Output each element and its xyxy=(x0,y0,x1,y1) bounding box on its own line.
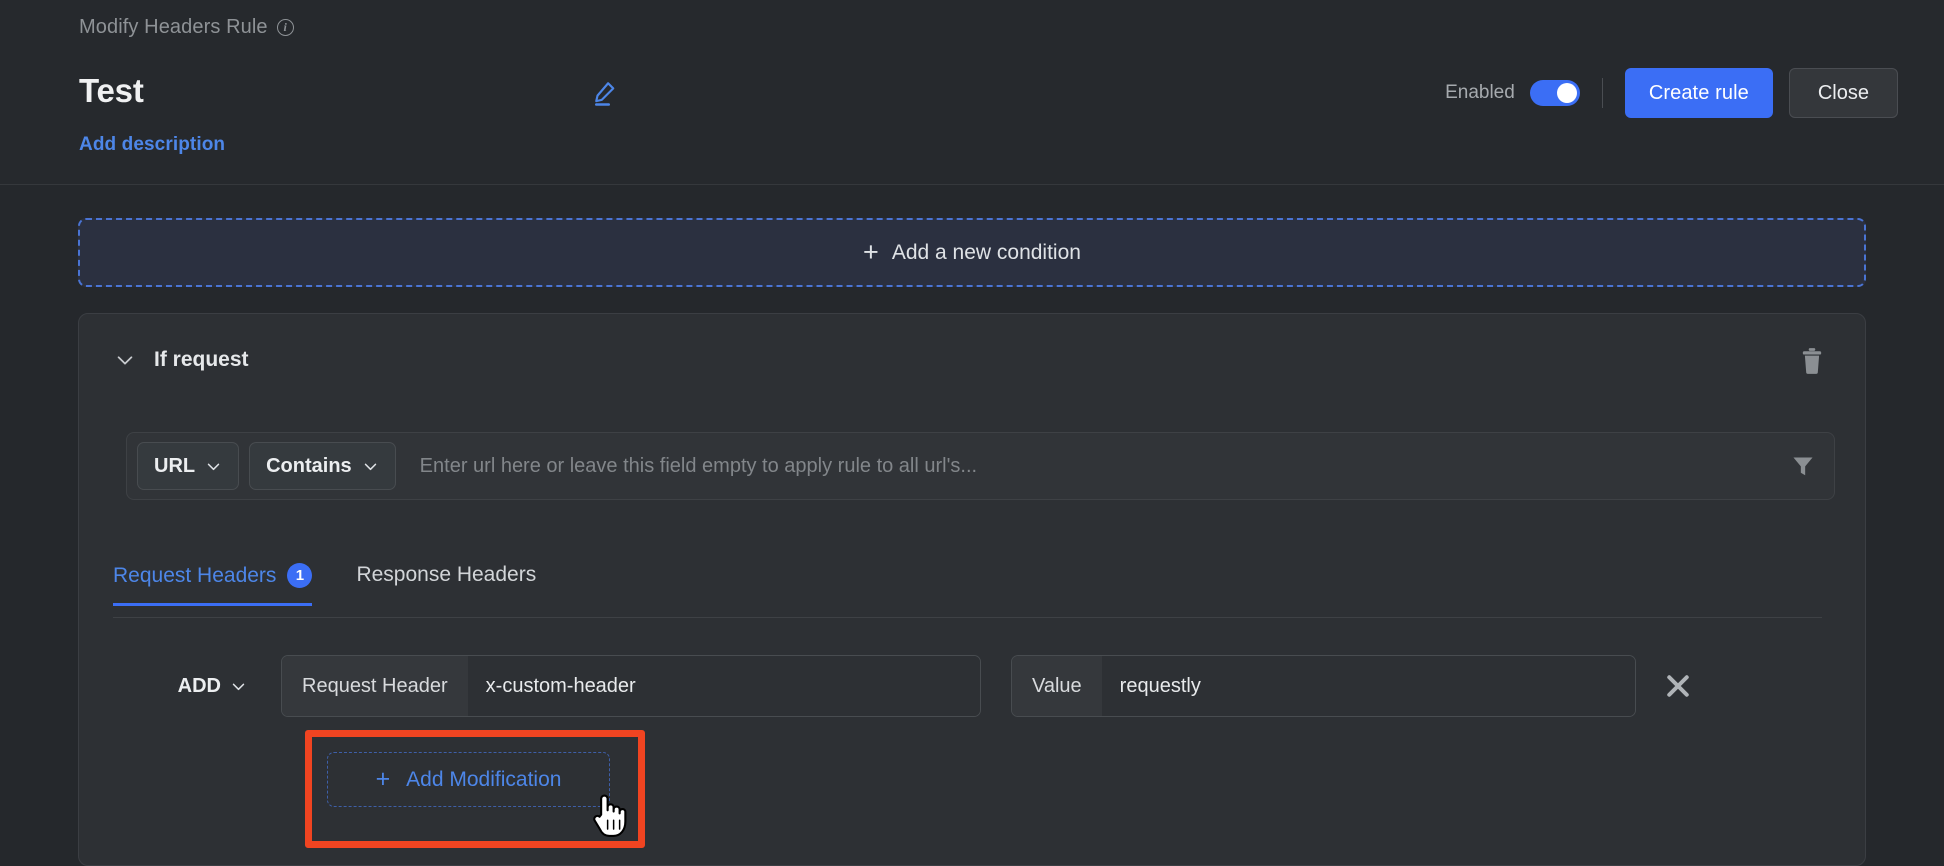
funnel-icon[interactable] xyxy=(1772,433,1834,499)
tab-request-headers-badge: 1 xyxy=(287,563,313,588)
page-title: Test xyxy=(79,72,144,109)
close-x-icon[interactable] xyxy=(1658,666,1698,706)
header-actions: Enabled Create rule Close xyxy=(1445,68,1898,118)
request-header-field-group: Request Header xyxy=(281,655,981,717)
request-header-name-input[interactable] xyxy=(467,656,980,716)
url-source-dropdown[interactable]: URL xyxy=(137,442,240,490)
chevron-down-icon xyxy=(364,463,376,470)
url-operator-value: Contains xyxy=(266,454,352,477)
url-operator-dropdown[interactable]: Contains xyxy=(249,442,396,490)
modification-action-value: ADD xyxy=(177,674,221,697)
headers-tabs: Request Headers 1 Response Headers xyxy=(113,563,1822,618)
add-condition-label: Add a new condition xyxy=(891,240,1081,264)
breadcrumb: Modify Headers Rule i xyxy=(79,16,294,39)
modification-row: ADD Request Header Value xyxy=(113,655,1833,717)
tab-request-headers[interactable]: Request Headers 1 xyxy=(113,563,313,606)
tab-response-headers-label: Response Headers xyxy=(356,563,537,586)
header-value-field-group: Value xyxy=(1011,655,1636,717)
url-value-input[interactable] xyxy=(395,433,1772,499)
tab-response-headers[interactable]: Response Headers xyxy=(356,563,536,604)
url-source-value: URL xyxy=(154,454,196,477)
enabled-label: Enabled xyxy=(1445,82,1515,103)
page-header: Modify Headers Rule i Test Add descripti… xyxy=(0,0,1944,185)
divider xyxy=(1601,78,1603,108)
modification-action-dropdown[interactable]: ADD xyxy=(113,675,263,698)
plus-icon: + xyxy=(863,237,879,267)
request-header-label: Request Header xyxy=(282,656,468,716)
edit-pencil-icon[interactable] xyxy=(590,78,620,108)
plus-icon: + xyxy=(375,765,391,793)
if-request-header[interactable]: If request xyxy=(79,314,1865,406)
header-value-input[interactable] xyxy=(1101,656,1635,716)
chevron-down-icon[interactable] xyxy=(114,349,136,371)
close-button[interactable]: Close xyxy=(1788,68,1898,118)
toggle-knob xyxy=(1556,83,1577,103)
create-rule-button[interactable]: Create rule xyxy=(1624,68,1773,118)
tab-request-headers-label: Request Headers xyxy=(113,563,277,587)
chevron-down-icon xyxy=(207,463,220,470)
enabled-toggle[interactable] xyxy=(1529,80,1580,106)
if-request-label: If request xyxy=(154,348,249,371)
add-modification-button[interactable]: + Add Modification xyxy=(327,752,610,807)
header-value-label: Value xyxy=(1012,656,1102,716)
add-new-condition-button[interactable]: + Add a new condition xyxy=(78,218,1866,287)
add-description-link[interactable]: Add description xyxy=(79,134,225,156)
chevron-down-icon xyxy=(232,683,245,690)
info-icon[interactable]: i xyxy=(276,19,294,36)
trash-icon[interactable] xyxy=(1799,347,1825,375)
url-condition-row: URL Contains xyxy=(126,432,1835,500)
breadcrumb-label: Modify Headers Rule xyxy=(79,16,268,38)
add-modification-label: Add Modification xyxy=(406,767,562,791)
